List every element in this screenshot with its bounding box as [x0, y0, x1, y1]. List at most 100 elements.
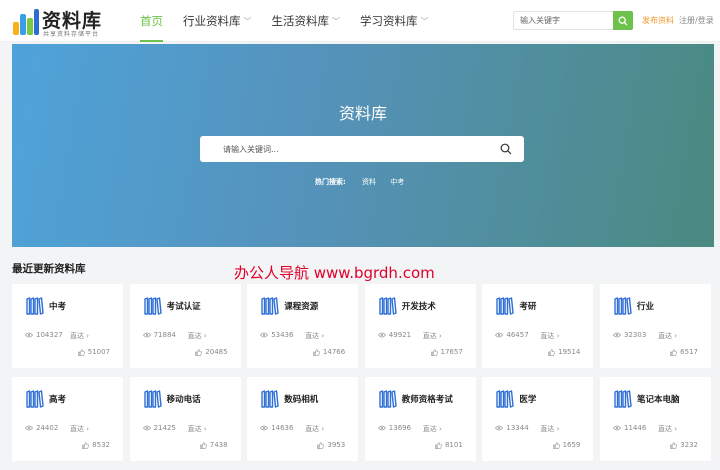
likes-count: 3232 [680, 441, 698, 449]
category-card[interactable]: 行业 32303 直达 › 6517 [600, 284, 711, 368]
logo-subtitle: 共享资料存储平台 [43, 31, 100, 38]
category-card[interactable]: 教师资格考试 13696 直达 › 8101 [364, 377, 476, 461]
thumb-up-icon [430, 348, 438, 356]
hot-search-label: 热门搜索: [315, 178, 346, 186]
chevron-right-icon: › [203, 332, 207, 340]
direct-link[interactable]: 直达 › [658, 331, 677, 341]
chevron-right-icon: › [203, 425, 207, 433]
direct-link[interactable]: 直达 › [423, 331, 442, 341]
category-card[interactable]: 课程资源 53436 直达 › 14766 [247, 284, 359, 368]
books-icon [379, 297, 397, 315]
category-card[interactable]: 开发技术 49921 直达 › 17657 [364, 284, 476, 368]
chevron-right-icon: › [439, 332, 442, 340]
books-icon [496, 390, 515, 408]
card-name: 行业 [637, 302, 655, 312]
card-likes: 1659 [552, 441, 580, 449]
login-link[interactable]: 登录 [698, 16, 714, 25]
direct-link-label: 直达 [658, 425, 672, 433]
direct-link-label: 直达 [187, 425, 202, 433]
likes-count: 17657 [440, 348, 463, 356]
books-icon [614, 390, 632, 408]
nav-item-life[interactable]: 生活资料库 ﹀ [262, 0, 351, 42]
card-likes: 3953 [317, 441, 345, 449]
direct-link[interactable]: 直达 › [188, 331, 207, 341]
hot-keyword[interactable]: 资料 [362, 178, 376, 186]
hot-searches: 热门搜索: 资料 中考 [315, 177, 416, 187]
likes-count: 8532 [92, 441, 110, 449]
section-title: 最近更新资料库 [12, 263, 86, 275]
direct-link[interactable]: 直达 › [540, 424, 559, 434]
direct-link[interactable]: 直达 › [305, 424, 324, 434]
direct-link[interactable]: 直达 › [540, 331, 559, 341]
hero-search-input[interactable] [200, 136, 490, 162]
likes-count: 3953 [327, 441, 346, 449]
direct-link[interactable]: 直达 › [70, 331, 89, 341]
card-name: 移动电话 [166, 395, 201, 405]
likes-count: 8101 [444, 441, 463, 449]
direct-link[interactable]: 直达 › [423, 424, 442, 434]
eye-icon [25, 332, 33, 338]
card-name: 数码相机 [284, 395, 319, 405]
chevron-right-icon: › [86, 425, 90, 433]
books-icon [496, 297, 515, 315]
category-card[interactable]: 医学 13344 直达 › 1659 [482, 377, 594, 461]
header-search [513, 11, 633, 30]
nav-item-home[interactable]: 首页 [130, 0, 173, 42]
books-icon [379, 390, 397, 408]
direct-link[interactable]: 直达 › [658, 424, 677, 434]
card-name: 中考 [49, 302, 67, 312]
direct-link-label: 直达 [540, 332, 555, 340]
category-card[interactable]: 考研 46457 直达 › 19514 [482, 284, 594, 368]
hot-keyword[interactable]: 中考 [390, 178, 404, 186]
category-card[interactable]: 考试认证 71884 直达 › 20485 [129, 284, 241, 368]
card-views: 13696 [377, 424, 411, 432]
books-icon [143, 297, 162, 315]
nav-label: 行业资料库 [183, 14, 241, 28]
card-likes: 3232 [670, 441, 698, 449]
thumb-up-icon [670, 348, 678, 356]
search-icon[interactable] [500, 143, 512, 155]
site-logo[interactable]: 资料库 共享资料存储平台 [12, 6, 112, 38]
card-name: 考试认证 [166, 302, 201, 312]
chevron-right-icon: › [674, 332, 678, 340]
thumb-up-icon [317, 441, 325, 449]
category-card[interactable]: 数码相机 14636 直达 › 3953 [247, 377, 359, 461]
thumb-up-icon [199, 441, 207, 449]
nav-label: 生活资料库 [271, 14, 330, 28]
views-count: 11446 [624, 424, 647, 432]
register-link[interactable]: 注册 [679, 16, 695, 25]
nav-item-industry[interactable]: 行业资料库 ﹀ [173, 0, 262, 42]
eye-icon [613, 332, 621, 338]
eye-icon [377, 425, 386, 431]
hero-search-box [200, 136, 524, 162]
views-count: 49921 [388, 331, 412, 339]
card-name: 高考 [49, 395, 67, 405]
category-card[interactable]: 移动电话 21425 直达 › 7438 [129, 377, 241, 461]
books-icon [614, 297, 632, 315]
card-views: 21425 [142, 424, 176, 432]
direct-link[interactable]: 直达 › [70, 424, 89, 434]
eye-icon [260, 332, 269, 338]
category-card[interactable]: 中考 104327 直达 › 51007 [12, 284, 123, 368]
nav-item-study[interactable]: 学习资料库 ﹀ [350, 0, 439, 42]
likes-count: 14766 [322, 348, 346, 356]
header-search-input[interactable] [514, 12, 615, 29]
header-search-button[interactable] [613, 11, 633, 30]
nav-label: 学习资料库 [360, 14, 418, 28]
chevron-right-icon: › [439, 425, 442, 433]
card-views: 49921 [377, 331, 412, 339]
card-name: 考研 [519, 302, 537, 312]
direct-link-label: 直达 [70, 332, 84, 340]
thumb-up-icon [77, 348, 85, 356]
views-count: 32303 [624, 331, 647, 339]
direct-link[interactable]: 直达 › [305, 331, 324, 341]
chevron-right-icon: › [674, 425, 678, 433]
publish-link[interactable]: 发布资料 [642, 15, 674, 26]
thumb-up-icon [195, 348, 203, 356]
card-likes: 8101 [435, 441, 463, 449]
category-card[interactable]: 高考 24402 直达 › 8532 [12, 377, 123, 461]
card-name: 笔记本电脑 [637, 395, 680, 405]
category-card[interactable]: 笔记本电脑 11446 直达 › 3232 [600, 377, 711, 461]
direct-link[interactable]: 直达 › [188, 424, 207, 434]
logo-bars-icon [13, 9, 39, 35]
